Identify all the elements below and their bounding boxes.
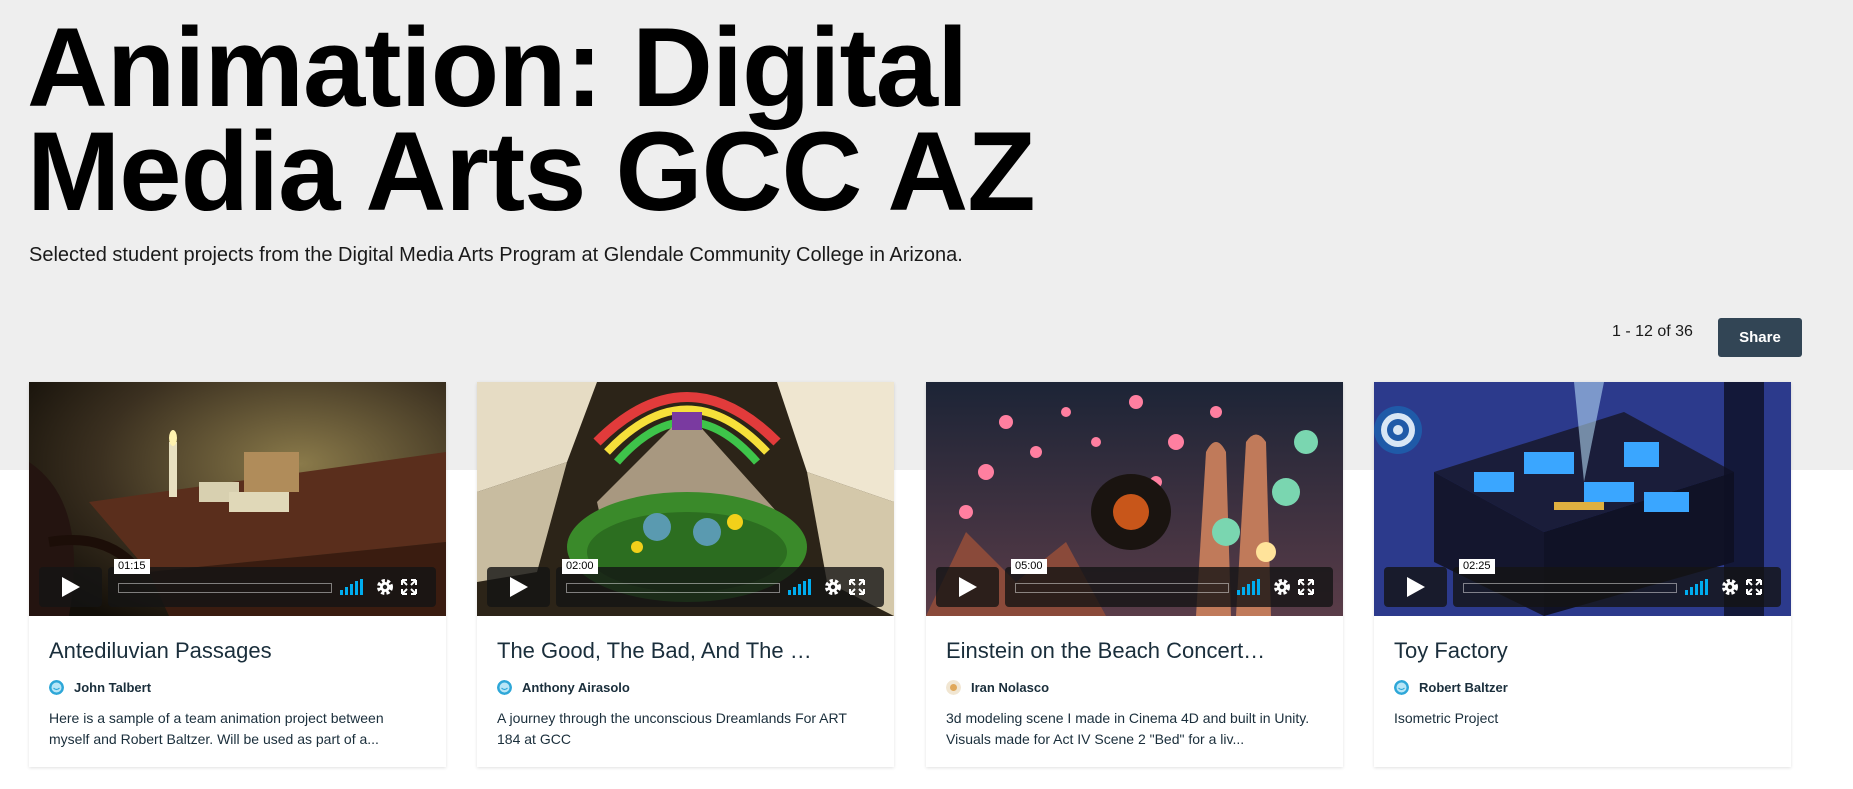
video-title[interactable]: Einstein on the Beach Concert…: [946, 638, 1326, 664]
video-author[interactable]: Robert Baltzer: [1394, 678, 1508, 696]
settings-gear-icon[interactable]: [376, 578, 394, 596]
play-icon: [1406, 577, 1425, 597]
duration-label: 05:00: [1011, 559, 1047, 574]
author-name[interactable]: Anthony Airasolo: [522, 680, 630, 695]
video-description: 3d modeling scene I made in Cinema 4D an…: [946, 710, 1310, 747]
play-button[interactable]: [936, 567, 999, 607]
play-icon: [61, 577, 80, 597]
settings-gear-icon[interactable]: [1721, 578, 1739, 596]
video-player[interactable]: 02:25: [1374, 382, 1791, 616]
progress-track[interactable]: [1015, 583, 1229, 593]
play-button[interactable]: [39, 567, 102, 607]
author-name[interactable]: Iran Nolasco: [971, 680, 1049, 695]
play-icon: [958, 577, 977, 597]
duration-label: 01:15: [114, 559, 150, 574]
video-description: A journey through the unconscious Dreaml…: [497, 710, 847, 747]
video-player[interactable]: 01:15: [29, 382, 446, 616]
page-title: Animation: Digital Media Arts GCC AZ: [27, 5, 1036, 234]
volume-icon[interactable]: [788, 579, 814, 595]
author-name[interactable]: John Talbert: [74, 680, 151, 695]
duration-label: 02:25: [1459, 559, 1495, 574]
photo-avatar-icon: [946, 679, 961, 695]
player-controlbar: 01:15: [108, 559, 436, 607]
player-controlbar: 02:00: [556, 559, 884, 607]
video-player[interactable]: 02:00: [477, 382, 894, 616]
share-button[interactable]: Share: [1718, 318, 1802, 357]
blue-face-avatar-icon: [49, 679, 64, 695]
blue-face-avatar-icon: [1394, 679, 1409, 695]
author-name[interactable]: Robert Baltzer: [1419, 680, 1508, 695]
settings-gear-icon[interactable]: [824, 578, 842, 596]
volume-icon[interactable]: [1237, 579, 1263, 595]
volume-icon[interactable]: [1685, 579, 1711, 595]
video-card[interactable]: 02:00 The Good, The Bad, And The … Antho…: [477, 382, 894, 767]
volume-icon[interactable]: [340, 579, 366, 595]
duration-label: 02:00: [562, 559, 598, 574]
player-controlbar: 05:00: [1005, 559, 1333, 607]
page-description: Selected student projects from the Digit…: [29, 244, 963, 266]
blue-face-avatar-icon: [497, 679, 512, 695]
video-title[interactable]: Antediluvian Passages: [49, 638, 429, 664]
progress-track[interactable]: [566, 583, 780, 593]
progress-track[interactable]: [1463, 583, 1677, 593]
video-author[interactable]: John Talbert: [49, 678, 151, 696]
video-card[interactable]: 05:00 Einstein on the Beach Concert… Ira…: [926, 382, 1343, 767]
play-button[interactable]: [1384, 567, 1447, 607]
video-author[interactable]: Anthony Airasolo: [497, 678, 630, 696]
play-icon: [509, 577, 528, 597]
fullscreen-icon[interactable]: [1298, 579, 1314, 595]
video-player[interactable]: 05:00: [926, 382, 1343, 616]
video-card[interactable]: 01:15 Antediluvian Passages John Talbert…: [29, 382, 446, 767]
pagination-count: 1 - 12 of 36: [1612, 323, 1693, 340]
video-title[interactable]: Toy Factory: [1394, 638, 1774, 664]
player-controlbar: 02:25: [1453, 559, 1781, 607]
video-author[interactable]: Iran Nolasco: [946, 678, 1049, 696]
video-title[interactable]: The Good, The Bad, And The …: [497, 638, 877, 664]
video-description: Isometric Project: [1394, 710, 1499, 726]
fullscreen-icon[interactable]: [849, 579, 865, 595]
video-description: Here is a sample of a team animation pro…: [49, 710, 384, 747]
video-card[interactable]: 02:25 Toy Factory Robert Baltzer Isometr…: [1374, 382, 1791, 767]
progress-track[interactable]: [118, 583, 332, 593]
settings-gear-icon[interactable]: [1273, 578, 1291, 596]
fullscreen-icon[interactable]: [401, 579, 417, 595]
fullscreen-icon[interactable]: [1746, 579, 1762, 595]
play-button[interactable]: [487, 567, 550, 607]
